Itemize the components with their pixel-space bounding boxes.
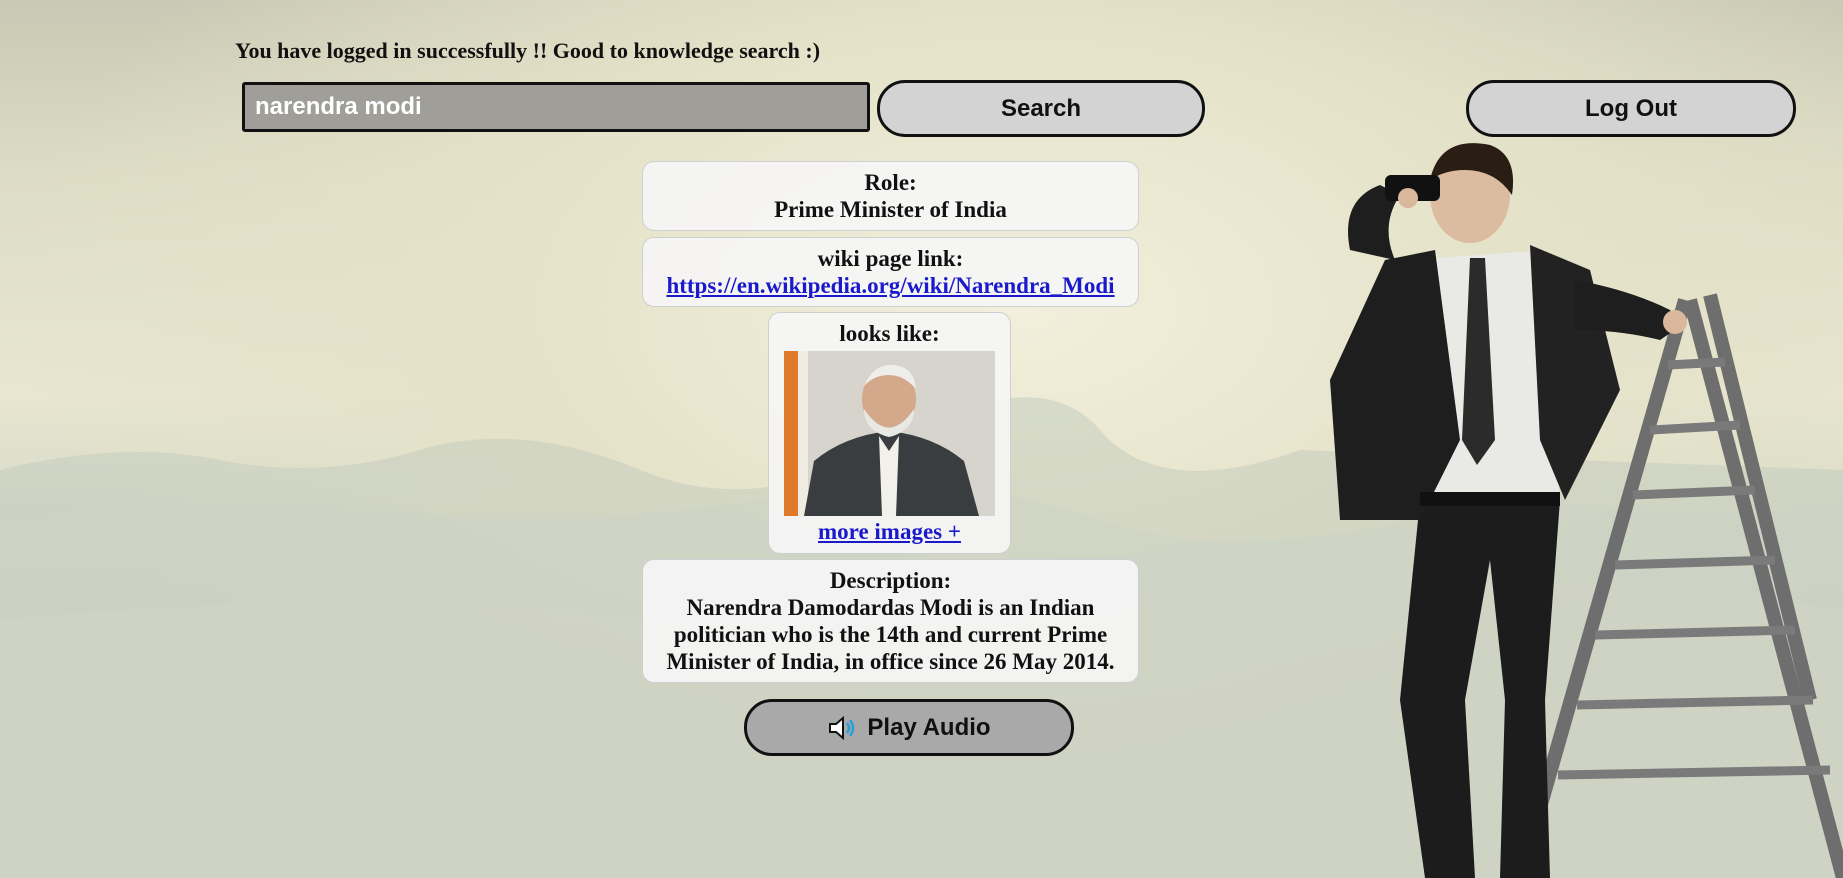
play-audio-button[interactable]: Play Audio	[744, 699, 1074, 756]
play-audio-label: Play Audio	[867, 713, 991, 741]
role-value: Prime Minister of India	[774, 197, 1007, 222]
search-input[interactable]	[242, 82, 870, 132]
logout-button[interactable]: Log Out	[1466, 80, 1796, 137]
wiki-heading: wiki page link:	[817, 246, 964, 271]
portrait-image	[784, 351, 995, 516]
role-card: Role: Prime Minister of India	[642, 161, 1139, 231]
man-on-ladder-illustration	[1330, 143, 1843, 878]
role-heading: Role:	[864, 170, 917, 195]
looks-like-card: looks like: more images +	[768, 312, 1011, 554]
looks-heading: looks like:	[839, 321, 940, 346]
description-text: Narendra Damodardas Modi is an Indian po…	[666, 595, 1115, 674]
login-status-message: You have logged in successfully !! Good …	[235, 38, 821, 63]
description-card: Description: Narendra Damodardas Modi is…	[642, 559, 1139, 683]
more-images-link[interactable]: more images +	[818, 518, 961, 545]
speaker-icon	[827, 715, 857, 741]
search-button[interactable]: Search	[877, 80, 1205, 137]
description-heading: Description:	[829, 568, 952, 593]
wiki-link[interactable]: https://en.wikipedia.org/wiki/Narendra_M…	[666, 273, 1114, 298]
wiki-card: wiki page link: https://en.wikipedia.org…	[642, 237, 1139, 307]
